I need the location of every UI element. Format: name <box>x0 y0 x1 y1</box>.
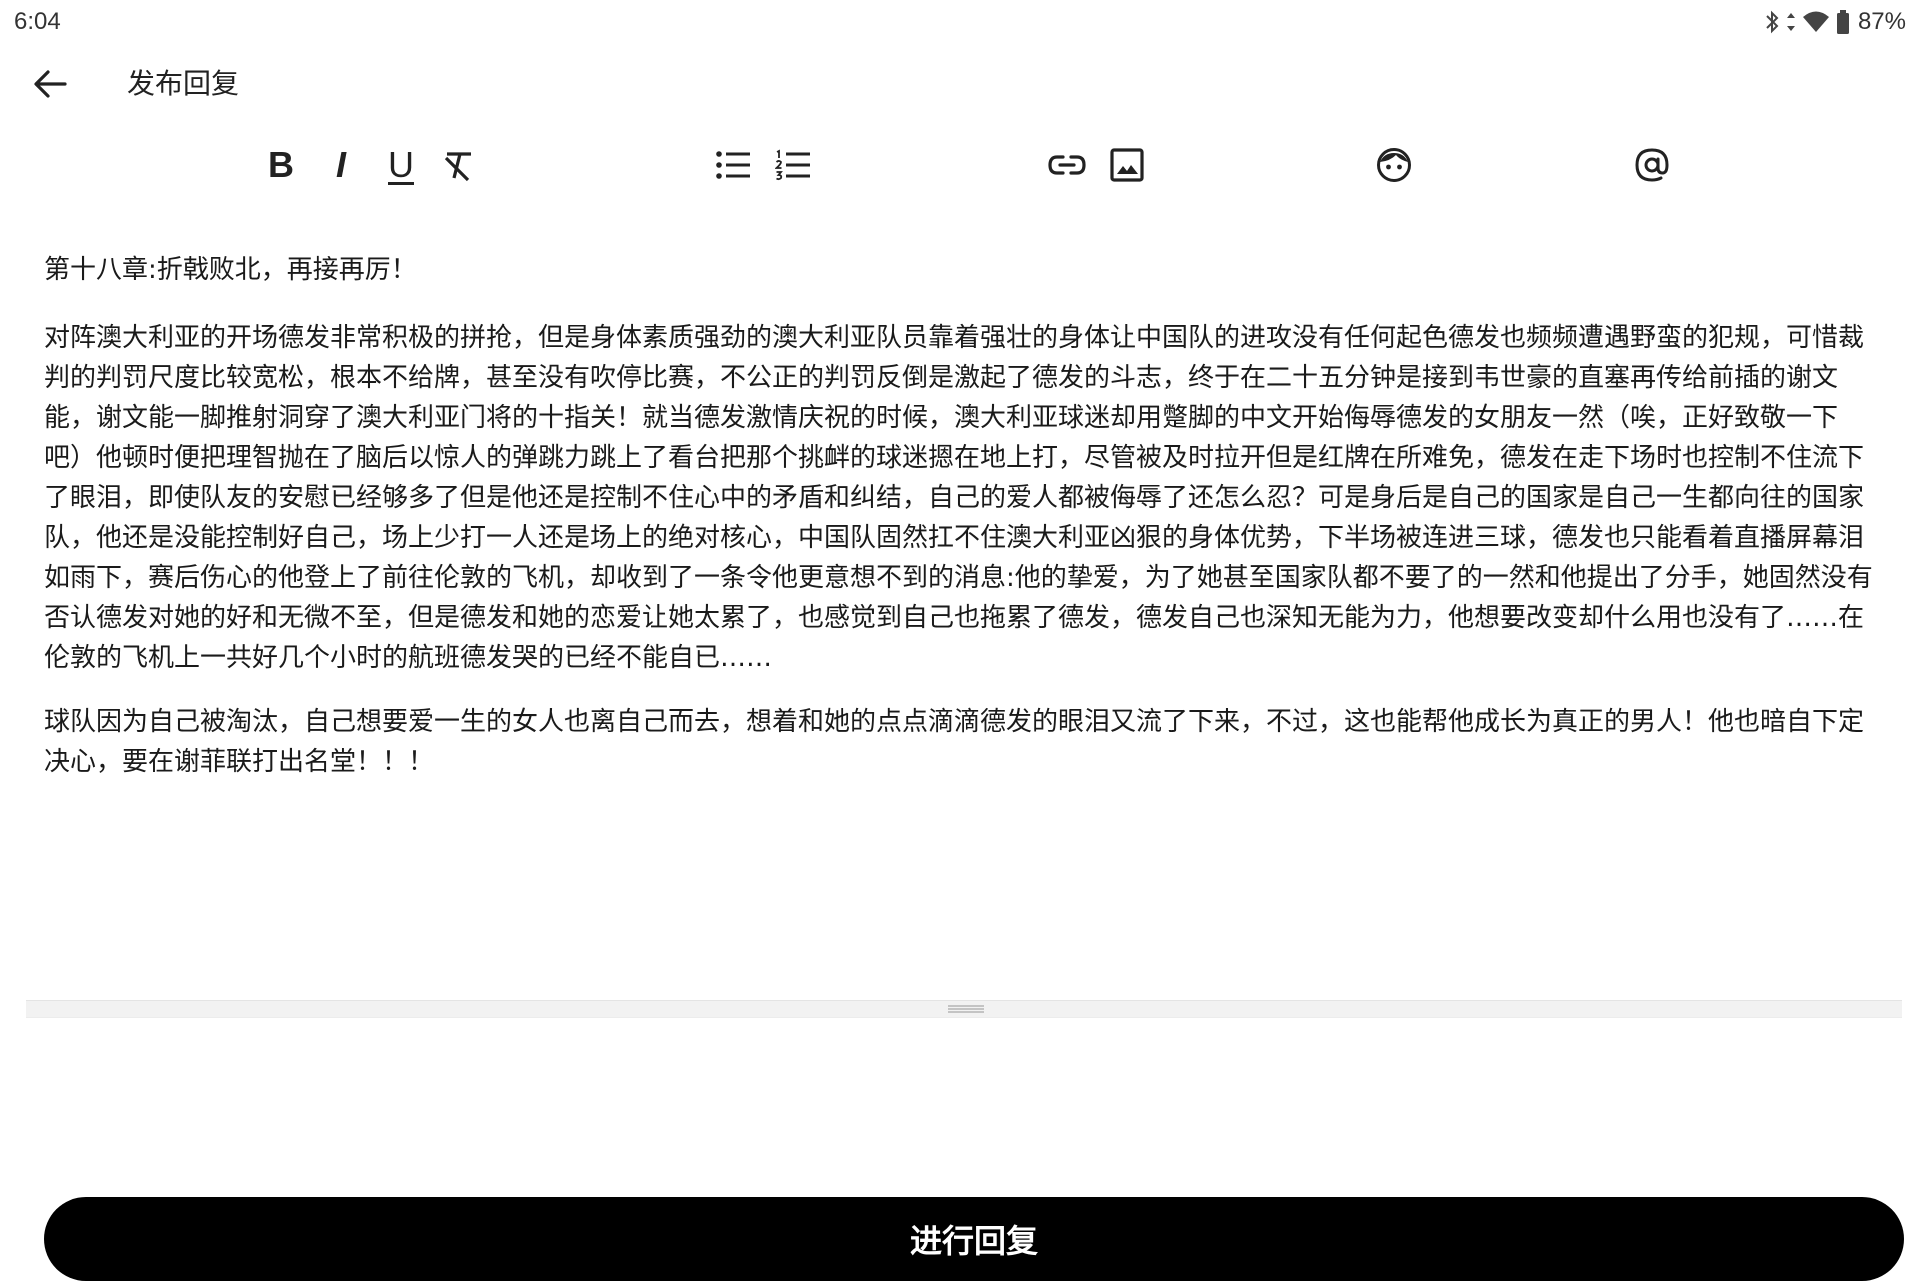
emoji-button[interactable] <box>1366 137 1422 193</box>
status-icons: 87% <box>1764 8 1906 36</box>
battery-percent: 87% <box>1857 8 1906 35</box>
bluetooth-icon <box>1764 10 1780 34</box>
formatting-toolbar: B I U <box>0 130 1920 200</box>
bold-button[interactable]: B <box>253 137 309 193</box>
underline-button[interactable]: U <box>373 137 429 193</box>
editor-paragraph-2: 球队因为自己被淘汰，自己想要爱一生的女人也离自己而去，想着和她的点点滴滴德发的眼… <box>44 707 1865 777</box>
bullet-list-icon <box>715 149 751 181</box>
image-icon <box>1110 148 1144 182</box>
page-title: 发布回复 <box>127 67 240 100</box>
italic-button[interactable]: I <box>313 137 369 193</box>
numbered-list-button[interactable] <box>765 137 821 193</box>
wifi-icon <box>1802 10 1830 34</box>
clear-format-button[interactable] <box>431 137 487 193</box>
emoji-icon <box>1376 147 1412 183</box>
back-button[interactable] <box>20 56 80 116</box>
mention-button[interactable] <box>1624 137 1680 193</box>
clear-format-icon <box>442 148 476 182</box>
numbered-list-icon <box>775 149 811 181</box>
bold-icon: B <box>268 144 294 185</box>
mention-icon <box>1634 147 1670 183</box>
data-arrows-icon <box>1786 10 1796 34</box>
link-button[interactable] <box>1039 137 1095 193</box>
editor-heading: 第十八章:折戟败北，再接再厉！ <box>44 255 417 285</box>
status-bar: 6:04 87% <box>0 0 1920 44</box>
submit-reply-button[interactable]: 进行回复 <box>44 1197 1904 1281</box>
app-bar: 发布回复 <box>0 44 1920 124</box>
battery-icon <box>1836 9 1850 35</box>
underline-icon: U <box>388 144 414 185</box>
link-icon <box>1048 154 1086 176</box>
italic-icon: I <box>335 144 346 185</box>
reply-editor[interactable]: 第十八章:折戟败北，再接再厉！ 对阵澳大利亚的开场德发非常积极的拼抢，但是身体素… <box>44 250 1874 990</box>
editor-divider <box>26 1000 1902 1018</box>
arrow-left-icon <box>33 69 67 103</box>
bullet-list-button[interactable] <box>705 137 761 193</box>
image-button[interactable] <box>1099 137 1155 193</box>
status-time: 6:04 <box>14 8 61 35</box>
drag-handle-icon[interactable] <box>946 1003 986 1015</box>
editor-paragraph-1: 对阵澳大利亚的开场德发非常积极的拼抢，但是身体素质强劲的澳大利亚队员靠着强壮的身… <box>44 323 1873 673</box>
